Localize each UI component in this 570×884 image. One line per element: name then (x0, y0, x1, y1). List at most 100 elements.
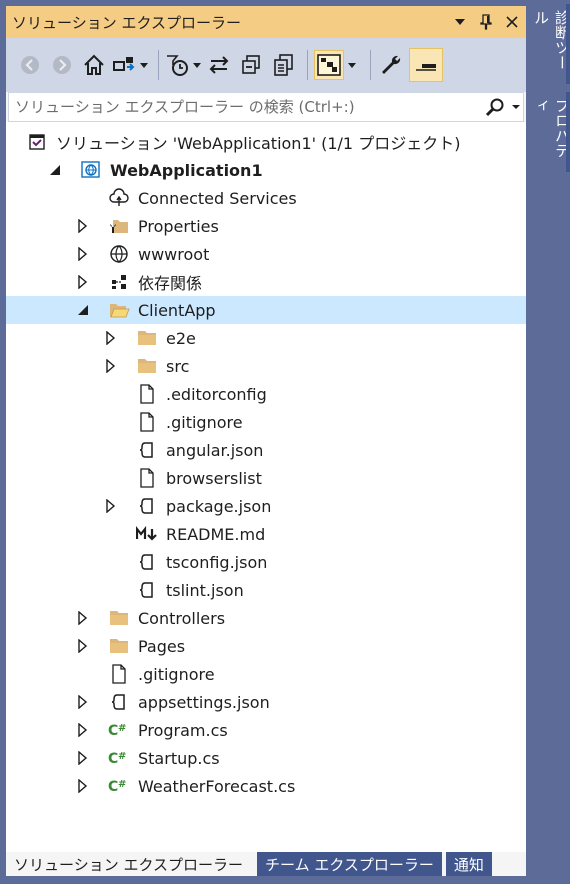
panel-title: ソリューション エクスプローラー (12, 13, 242, 32)
tab-team-explorer[interactable]: チーム エクスプローラー (257, 852, 442, 876)
dependencies-icon (108, 271, 130, 293)
tree-item[interactable]: ClientApp (6, 296, 526, 324)
expanded-chevron-icon[interactable] (48, 156, 62, 184)
tree-item-label: angular.json (166, 440, 264, 460)
tree-item[interactable]: browserslist (6, 464, 526, 492)
tree-item[interactable]: ソリューション 'WebApplication1' (1/1 プロジェクト) (6, 128, 526, 156)
tree-item-label: .editorconfig (166, 384, 267, 404)
collapsed-chevron-icon[interactable] (104, 324, 118, 352)
window-options-icon[interactable] (448, 10, 472, 34)
pin-icon[interactable] (474, 10, 498, 34)
tree-item[interactable]: package.json (6, 492, 526, 520)
tree-item[interactable]: Controllers (6, 604, 526, 632)
connected-services-icon (108, 187, 130, 209)
close-icon[interactable] (500, 10, 524, 34)
markdown-icon (136, 523, 158, 545)
tree-item[interactable]: Pages (6, 632, 526, 660)
json-file-icon (136, 579, 158, 601)
tree-item-label: Controllers (138, 608, 226, 628)
collapsed-chevron-icon[interactable] (76, 744, 90, 772)
search-icon[interactable] (481, 94, 509, 120)
solution-explorer-panel: ソリューション エクスプローラー ソリューション エクスプローラー の検索 (C… (6, 6, 526, 876)
search-box[interactable] (8, 92, 524, 122)
tree-item[interactable]: appsettings.json (6, 688, 526, 716)
search-options-icon[interactable] (509, 94, 523, 120)
preview-pane-icon (414, 53, 438, 77)
solution-icon (26, 131, 48, 153)
tree-item-label: browserslist (166, 468, 262, 488)
collapsed-chevron-icon[interactable] (104, 352, 118, 380)
tree-item-label: ClientApp (138, 300, 216, 320)
tree-item-label: wwwroot (138, 244, 210, 264)
side-tab-indicator (566, 4, 570, 84)
tree-item[interactable]: C # Program.cs (6, 716, 526, 744)
collapsed-chevron-icon[interactable] (76, 604, 90, 632)
panel-title-bar[interactable]: ソリューション エクスプローラー (6, 6, 526, 38)
switch-views-button[interactable] (112, 50, 148, 80)
tree-item[interactable]: src (6, 352, 526, 380)
collapsed-chevron-icon[interactable] (76, 772, 90, 800)
sync-with-active-document-button[interactable] (205, 50, 233, 80)
preview-pane-button[interactable] (409, 48, 443, 82)
tree-item[interactable]: .gitignore (6, 408, 526, 436)
pending-changes-filter-button[interactable] (165, 50, 201, 80)
tree-item[interactable]: wwwroot (6, 240, 526, 268)
json-file-icon (108, 691, 130, 713)
show-all-files-icon (271, 53, 295, 77)
chevron-down-icon[interactable] (348, 62, 356, 68)
forward-button[interactable] (48, 50, 76, 80)
switch-views-icon (112, 53, 136, 77)
svg-text:#: # (118, 779, 126, 790)
globe-icon (108, 243, 130, 265)
chevron-down-icon (140, 62, 148, 68)
svg-text:C: C (108, 751, 118, 767)
tree-item[interactable]: C # Startup.cs (6, 744, 526, 772)
tab-notifications[interactable]: 通知 (445, 852, 492, 876)
wrench-icon (379, 53, 403, 77)
json-file-icon (136, 439, 158, 461)
web-project-icon (80, 159, 102, 181)
back-arrow-icon (19, 54, 41, 76)
tree-item[interactable]: Connected Services (6, 184, 526, 212)
back-button[interactable] (16, 50, 44, 80)
collapsed-chevron-icon[interactable] (76, 268, 90, 296)
tree-item-label: tslint.json (166, 580, 244, 600)
show-all-files-button[interactable] (269, 50, 297, 80)
side-tab-label: プロパティ (532, 98, 570, 158)
folder-icon (108, 607, 130, 629)
collapsed-chevron-icon[interactable] (76, 716, 90, 744)
json-file-icon (136, 495, 158, 517)
collapsed-chevron-icon[interactable] (76, 212, 90, 240)
tab-diagnostic-tools[interactable]: 診断ツール (532, 4, 570, 84)
tab-solution-explorer[interactable]: ソリューション エクスプローラー (6, 852, 252, 876)
collapsed-chevron-icon[interactable] (76, 632, 90, 660)
collapsed-chevron-icon[interactable] (76, 688, 90, 716)
tree-item[interactable]: 依存関係 (6, 268, 526, 296)
side-tab-label: 診断ツール (532, 10, 570, 70)
tree-item[interactable]: Properties (6, 212, 526, 240)
tree-item-label: Program.cs (138, 720, 228, 740)
tree-item[interactable]: WebApplication1 (6, 156, 526, 184)
preview-selected-items-button[interactable] (314, 50, 344, 80)
tree-item[interactable]: C # WeatherForecast.cs (6, 772, 526, 800)
tree-item[interactable]: README.md (6, 520, 526, 548)
properties-button[interactable] (377, 50, 405, 80)
tree-item[interactable]: angular.json (6, 436, 526, 464)
tree-item[interactable]: e2e (6, 324, 526, 352)
folder-icon (108, 635, 130, 657)
tree-item[interactable]: .editorconfig (6, 380, 526, 408)
tree-item[interactable]: tslint.json (6, 576, 526, 604)
collapse-all-button[interactable] (237, 50, 265, 80)
tree-item[interactable]: tsconfig.json (6, 548, 526, 576)
home-button[interactable] (80, 50, 108, 80)
search-input[interactable] (9, 94, 481, 120)
csharp-file-icon: C # (108, 719, 130, 741)
tree-item-label: e2e (166, 328, 196, 348)
file-icon (136, 467, 158, 489)
expanded-chevron-icon[interactable] (76, 296, 90, 324)
csharp-file-icon: C # (108, 775, 130, 797)
tab-properties[interactable]: プロパティ (532, 92, 570, 172)
collapsed-chevron-icon[interactable] (104, 492, 118, 520)
collapsed-chevron-icon[interactable] (76, 240, 90, 268)
tree-item[interactable]: .gitignore (6, 660, 526, 688)
